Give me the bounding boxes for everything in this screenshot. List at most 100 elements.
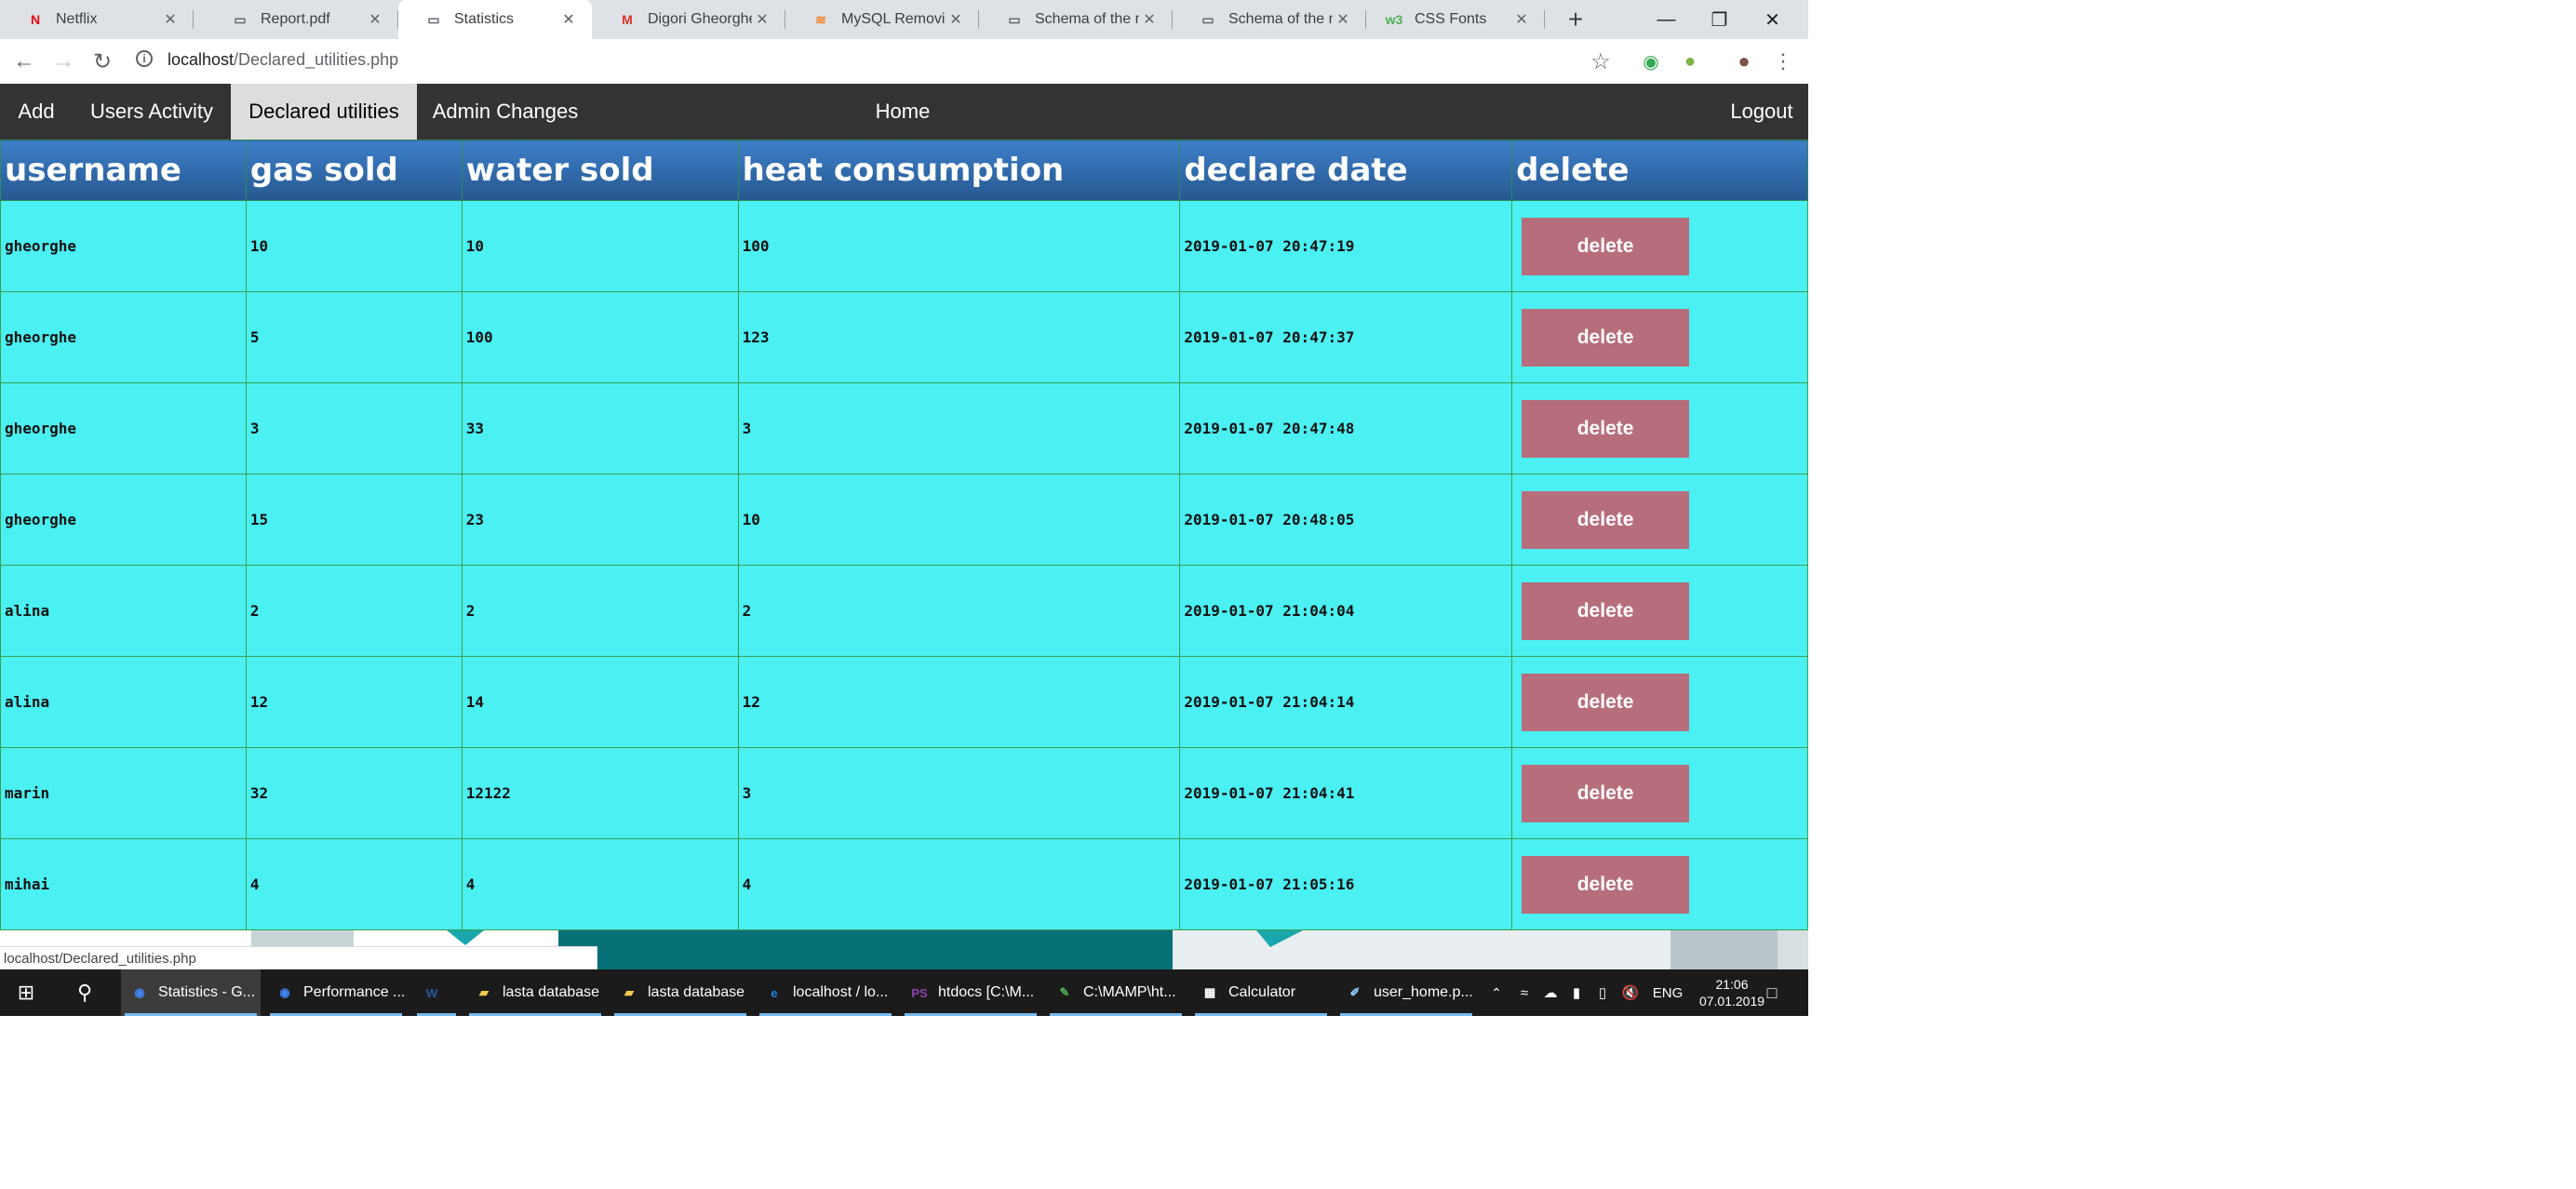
- extension-icon[interactable]: ●: [1675, 47, 1705, 76]
- cloud-icon[interactable]: ☁: [1537, 969, 1563, 1016]
- search-icon[interactable]: ⚲: [61, 969, 108, 1016]
- tab-1[interactable]: N Netflix ✕: [0, 0, 194, 39]
- language-indicator[interactable]: ENG: [1647, 969, 1688, 1016]
- windows-start-icon[interactable]: ⊞: [0, 969, 52, 1016]
- document-icon: ▭: [1201, 11, 1214, 27]
- nav-home[interactable]: Home: [856, 84, 949, 140]
- tab-close-icon[interactable]: ✕: [1333, 10, 1353, 29]
- taskbar-item[interactable]: ▦ Calculator: [1191, 969, 1331, 1016]
- column-header-declare-date: declare date: [1179, 140, 1513, 201]
- delete-button[interactable]: delete: [1522, 581, 1690, 640]
- avatar[interactable]: ●: [1729, 47, 1759, 76]
- reload-icon[interactable]: ↻: [87, 47, 117, 76]
- taskbar-item-label: lasta database: [503, 984, 600, 1000]
- browser-tab-bar: N Netflix ✕ ▭ Report.pdf ✕ ▭ Statistics ✕ M Digori…: [0, 0, 1808, 39]
- tab-7[interactable]: ▭ Schema of the my✕: [1173, 0, 1366, 39]
- taskbar-item[interactable]: W: [413, 969, 460, 1016]
- url-input[interactable]: localhost/Declared_utilities.php: [168, 50, 398, 70]
- taskbar-item[interactable]: ▰ lasta database: [610, 969, 750, 1016]
- cell-heat-consumption: 100: [737, 200, 1181, 292]
- tab-8[interactable]: w3 CSS Fonts ✕: [1359, 0, 1545, 39]
- document-icon: ▭: [1008, 11, 1021, 27]
- taskbar-item[interactable]: e localhost / lo...: [756, 969, 895, 1016]
- nav-users-activity[interactable]: Users Activity: [73, 84, 231, 140]
- chrome-icon: ◉: [279, 985, 290, 999]
- nav-logout[interactable]: Logout: [1715, 84, 1808, 140]
- nav-admin-changes[interactable]: Admin Changes: [417, 84, 594, 140]
- taskbar-item[interactable]: PS htdocs [C:\M...: [901, 969, 1040, 1016]
- delete-button[interactable]: delete: [1522, 490, 1690, 549]
- w3schools-icon: w3: [1385, 12, 1403, 27]
- tab-close-icon[interactable]: ✕: [1139, 10, 1160, 29]
- table-row: gheorghe 5 100 123 2019-01-07 20:47:37 delete: [0, 291, 1808, 383]
- url-host: localhost: [168, 50, 235, 69]
- tab-title: Statistics: [454, 11, 515, 27]
- cell-delete: delete: [1511, 565, 1808, 657]
- delete-button[interactable]: delete: [1522, 764, 1690, 822]
- tab-close-icon[interactable]: ✕: [558, 10, 579, 29]
- cell-water-sold: 2: [461, 565, 739, 657]
- cell-declare-date: 2019-01-07 20:48:05: [1179, 474, 1513, 566]
- tab-3[interactable]: ▭ Statistics ✕: [398, 0, 592, 39]
- tab-title: CSS Fonts: [1415, 11, 1487, 27]
- column-header-heat-consumption: heat consumption: [737, 140, 1181, 201]
- notifications-icon[interactable]: □: [1750, 969, 1794, 1016]
- delete-button[interactable]: delete: [1522, 217, 1690, 275]
- cell-username: gheorghe: [0, 291, 247, 383]
- restore-icon[interactable]: ❐: [1693, 0, 1746, 39]
- cell-water-sold: 33: [461, 382, 739, 474]
- taskbar-item-label: C:\MAMP\ht...: [1083, 984, 1176, 1000]
- taskbar-item-label: htdocs [C:\M...: [938, 984, 1035, 1000]
- stackoverflow-icon: ≋: [815, 11, 826, 27]
- taskbar-item[interactable]: ▰ lasta database: [465, 969, 605, 1016]
- tab-6[interactable]: ▭ Schema of the my✕: [979, 0, 1173, 39]
- tab-close-icon[interactable]: ✕: [752, 10, 772, 29]
- tab-close-icon[interactable]: ✕: [365, 10, 385, 29]
- delete-button[interactable]: delete: [1522, 673, 1690, 731]
- taskbar-item[interactable]: ✎ C:\MAMP\ht...: [1046, 969, 1186, 1016]
- tab-close-icon[interactable]: ✕: [946, 10, 966, 29]
- forward-icon[interactable]: →: [48, 47, 78, 76]
- battery-icon[interactable]: ▮: [1563, 969, 1590, 1016]
- tab-close-icon[interactable]: ✕: [160, 10, 181, 29]
- chevron-up-icon[interactable]: ⌃: [1483, 969, 1509, 1016]
- new-tab-button[interactable]: +: [1560, 4, 1591, 35]
- delete-button[interactable]: delete: [1522, 308, 1690, 367]
- table-row: alina 12 14 12 2019-01-07 21:04:14 delete: [0, 656, 1808, 748]
- tab-2[interactable]: ▭ Report.pdf ✕: [205, 0, 398, 39]
- menu-kebab-icon[interactable]: ⋮: [1768, 47, 1798, 76]
- grammarly-icon[interactable]: ◉: [1636, 47, 1666, 76]
- delete-button[interactable]: delete: [1522, 855, 1690, 914]
- wifi-icon[interactable]: ≈: [1511, 969, 1537, 1016]
- cell-username: alina: [0, 656, 247, 748]
- taskbar-item[interactable]: ◉ Performance ...: [266, 969, 406, 1016]
- tab-4[interactable]: M Digori Gheorghe - ✕: [592, 0, 785, 39]
- tab-5[interactable]: ≋ MySQL Removing✕: [785, 0, 979, 39]
- cell-heat-consumption: 12: [737, 656, 1181, 748]
- delete-button[interactable]: delete: [1522, 399, 1690, 458]
- taskbar-item[interactable]: ✐ user_home.p...: [1336, 969, 1476, 1016]
- taskbar-item-label: Performance ...: [303, 984, 406, 1000]
- nav-declared-utilities[interactable]: Declared utilities: [231, 84, 417, 140]
- info-icon[interactable]: i: [136, 50, 153, 67]
- network-icon[interactable]: ▯: [1590, 969, 1616, 1016]
- tab-close-icon[interactable]: ✕: [1511, 10, 1532, 29]
- cell-heat-consumption: 3: [737, 382, 1181, 474]
- minimize-icon[interactable]: —: [1640, 0, 1693, 39]
- table-row: gheorghe 3 33 3 2019-01-07 20:47:48 delete: [0, 382, 1808, 474]
- close-window-icon[interactable]: ✕: [1746, 0, 1799, 39]
- back-icon[interactable]: ←: [9, 47, 39, 76]
- taskbar-item[interactable]: ◉ Statistics - G...: [121, 969, 261, 1016]
- cell-gas-sold: 15: [245, 474, 463, 566]
- url-path: /Declared_utilities.php: [234, 50, 399, 69]
- table-body: gheorghe 10 10 100 2019-01-07 20:47:19 delete…: [0, 200, 1808, 930]
- cell-water-sold: 12122: [461, 747, 739, 839]
- speaker-muted-icon[interactable]: 🔇: [1617, 969, 1644, 1016]
- utilities-table: username gas sold water sold heat consumpti…: [0, 140, 1808, 930]
- site-navbar: Add Users Activity Declared utilities Ad…: [0, 84, 1808, 140]
- netflix-icon: N: [30, 12, 41, 27]
- nav-add[interactable]: Add: [0, 84, 73, 140]
- cell-heat-consumption: 123: [737, 291, 1181, 383]
- cell-declare-date: 2019-01-07 20:47:19: [1179, 200, 1513, 292]
- bookmark-star-icon[interactable]: ☆: [1586, 47, 1616, 76]
